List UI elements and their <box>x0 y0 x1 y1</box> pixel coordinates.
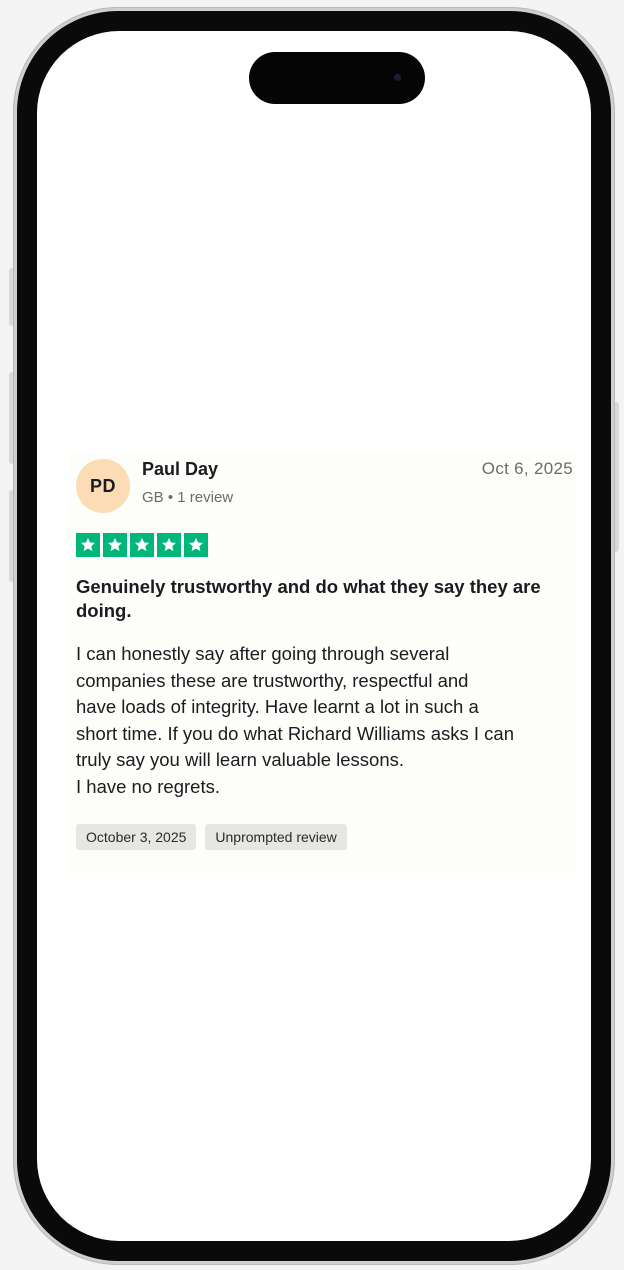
star-icon <box>103 533 127 557</box>
review-body-line: truly say you will learn valuable lesson… <box>76 749 405 770</box>
review-body: I can honestly say after going through s… <box>76 641 576 800</box>
avatar-initials: PD <box>89 475 116 496</box>
reviewer-name[interactable]: Paul Day <box>142 459 218 480</box>
dynamic-island <box>249 52 425 104</box>
star-icon <box>130 533 154 557</box>
review-tags: October 3, 2025 Unprompted review <box>76 824 347 850</box>
star-icon <box>157 533 181 557</box>
page: PD Paul Day GB • 1 review Oct 6, 2025 Ge… <box>0 0 624 1270</box>
star-rating <box>76 533 208 557</box>
star-icon <box>76 533 100 557</box>
star-icon <box>184 533 208 557</box>
phone-bezel: PD Paul Day GB • 1 review Oct 6, 2025 Ge… <box>17 11 611 1261</box>
review-body-line: I have no regrets. <box>76 775 220 797</box>
phone-frame: PD Paul Day GB • 1 review Oct 6, 2025 Ge… <box>14 8 614 1264</box>
reviewer-meta: GB • 1 review <box>142 489 234 506</box>
review-body-line: I can honestly say after going through s… <box>76 643 450 664</box>
review-body-line: have loads of integrity. Have learnt a l… <box>76 696 479 717</box>
review-body-line: companies these are trustworthy, respect… <box>76 669 469 691</box>
review-card: PD Paul Day GB • 1 review Oct 6, 2025 Ge… <box>68 453 576 873</box>
review-date: Oct 6, 2025 <box>481 459 573 478</box>
review-title[interactable]: Genuinely trustworthy and do what they s… <box>76 575 576 623</box>
avatar[interactable]: PD <box>76 459 130 513</box>
phone-screen: PD Paul Day GB • 1 review Oct 6, 2025 Ge… <box>37 31 591 1241</box>
unprompted-review-tag[interactable]: Unprompted review <box>205 824 347 850</box>
camera-icon <box>394 74 401 81</box>
date-of-experience-tag: October 3, 2025 <box>76 824 197 850</box>
review-body-line: short time. If you do what Richard Willi… <box>76 722 514 744</box>
